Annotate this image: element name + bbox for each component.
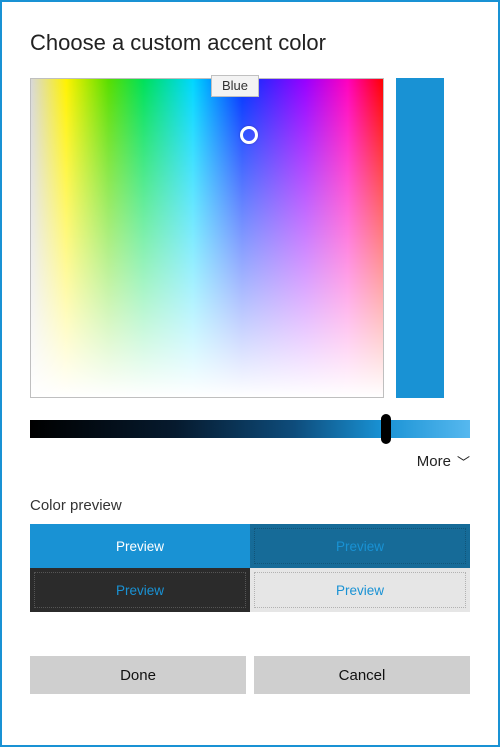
preview-tile-accent-light: Preview [30, 524, 250, 568]
preview-tile-dark-bg: Preview [30, 568, 250, 612]
color-preview-label: Color preview [30, 497, 470, 514]
preview-text: Preview [336, 583, 384, 598]
preview-text: Preview [116, 583, 164, 598]
value-slider[interactable] [30, 420, 470, 438]
preview-tile-light-bg: Preview [250, 568, 470, 612]
dialog-title: Choose a custom accent color [30, 30, 470, 56]
preview-text: Preview [336, 539, 384, 554]
color-selector-ring[interactable] [240, 126, 258, 144]
chevron-down-icon: ﹀ [457, 452, 470, 471]
color-field[interactable]: Blue [30, 78, 384, 398]
cancel-button[interactable]: Cancel [254, 656, 470, 694]
value-slider-thumb[interactable] [381, 414, 391, 444]
preview-text: Preview [116, 539, 164, 554]
current-color-swatch [396, 78, 444, 398]
color-preview-grid: Preview Preview Preview Preview [30, 524, 470, 612]
more-toggle[interactable]: More ﹀ [30, 452, 470, 471]
value-slider-track [30, 420, 470, 438]
more-label: More [417, 453, 451, 470]
color-picker-row: Blue [30, 78, 470, 398]
dialog-buttons: Done Cancel [30, 656, 470, 694]
preview-tile-accent-dark: Preview [250, 524, 470, 568]
color-tooltip: Blue [211, 75, 259, 97]
done-button[interactable]: Done [30, 656, 246, 694]
